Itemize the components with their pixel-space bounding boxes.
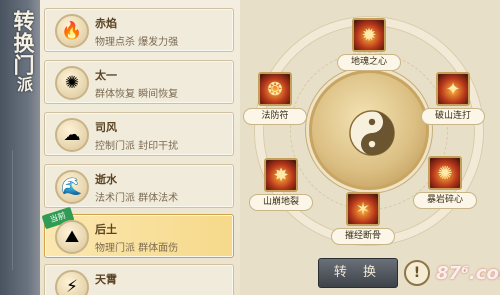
skill-node-landslide[interactable]: ✸ 山崩地裂 bbox=[246, 158, 316, 220]
school-name: 赤焰 bbox=[95, 17, 117, 30]
skill-wheel-panel: ✹ 地魂之心 ❂ 法防符 ✦ 破山连打 ✸ 山崩地裂 ✺ 暴岩碎心 ✶ 摧经断骨 bbox=[240, 0, 500, 295]
skill-label: 摧经断骨 bbox=[331, 228, 395, 245]
school-name: 太一 bbox=[95, 69, 117, 82]
wave-icon: 🌊 bbox=[55, 170, 89, 204]
info-icon[interactable]: ! bbox=[404, 260, 430, 286]
skill-node-talisman[interactable]: ❂ 法防符 bbox=[240, 72, 310, 134]
page-title: 转换门派 bbox=[4, 10, 36, 93]
school-desc: 群体恢复 瞬间恢复 bbox=[95, 89, 179, 100]
convert-button[interactable]: 转 换 bbox=[318, 258, 398, 288]
school-card-houtu[interactable]: 当前 ⛰ 后土 物理门派 群体面伤 bbox=[41, 206, 234, 258]
school-card-tianxiao[interactable]: ⚡ 天霄 bbox=[44, 264, 234, 295]
school-name: 逝水 bbox=[95, 173, 117, 186]
skill-label: 法防符 bbox=[243, 108, 307, 125]
school-name: 司风 bbox=[95, 121, 117, 134]
skill-node-bone-break[interactable]: ✶ 摧经断骨 bbox=[328, 192, 398, 254]
school-name: 天霄 bbox=[95, 273, 117, 286]
sun-emblem-icon: ✺ bbox=[55, 66, 89, 100]
rock-burst-icon: ✺ bbox=[428, 156, 462, 190]
mountain-smash-icon: ✦ bbox=[436, 72, 470, 106]
page-title-main: 转换门 bbox=[11, 10, 36, 76]
bone-break-icon: ✶ bbox=[346, 192, 380, 226]
yin-yang-icon bbox=[349, 110, 395, 156]
flame-icon: 🔥 bbox=[55, 14, 89, 48]
school-card-shishui[interactable]: 🌊 逝水 法术门派 群体法术 bbox=[44, 164, 234, 208]
school-desc: 控制门派 封印干扰 bbox=[95, 141, 179, 152]
earth-soul-icon: ✹ bbox=[352, 18, 386, 52]
title-strip: 转换门派 bbox=[0, 0, 40, 295]
skill-node-rock-burst[interactable]: ✺ 暴岩碎心 bbox=[410, 156, 480, 218]
mountain-icon: ⛰ bbox=[55, 220, 89, 254]
watermark-logo: 87⁶.com bbox=[436, 263, 500, 284]
skill-label: 破山连打 bbox=[421, 108, 485, 125]
school-card-sifeng[interactable]: ☁ 司风 控制门派 封印干扰 bbox=[44, 112, 234, 156]
talisman-icon: ❂ bbox=[258, 72, 292, 106]
school-desc: 法术门派 群体法术 bbox=[95, 193, 179, 204]
wind-cloud-icon: ☁ bbox=[55, 118, 89, 152]
school-desc: 物理门派 群体面伤 bbox=[95, 243, 179, 254]
skill-node-mountain-smash[interactable]: ✦ 破山连打 bbox=[418, 72, 488, 134]
school-name: 后土 bbox=[95, 223, 117, 236]
skill-label: 地魂之心 bbox=[337, 54, 401, 71]
school-card-chiyan[interactable]: 🔥 赤焰 物理点杀 爆发力强 bbox=[44, 8, 234, 52]
strip-decoration bbox=[12, 150, 28, 270]
page-title-small: 派 bbox=[14, 76, 33, 93]
landslide-icon: ✸ bbox=[264, 158, 298, 192]
school-desc: 物理点杀 爆发力强 bbox=[95, 37, 179, 48]
school-card-taiyi[interactable]: ✺ 太一 群体恢复 瞬间恢复 bbox=[44, 60, 234, 104]
lightning-icon: ⚡ bbox=[55, 270, 89, 295]
school-list[interactable]: 🔥 赤焰 物理点杀 爆发力强 ✺ 太一 群体恢复 瞬间恢复 ☁ 司风 控制门派 … bbox=[40, 0, 240, 295]
skill-label: 山崩地裂 bbox=[249, 194, 313, 211]
skill-label: 暴岩碎心 bbox=[413, 192, 477, 209]
skill-node-earth-soul[interactable]: ✹ 地魂之心 bbox=[334, 18, 404, 80]
